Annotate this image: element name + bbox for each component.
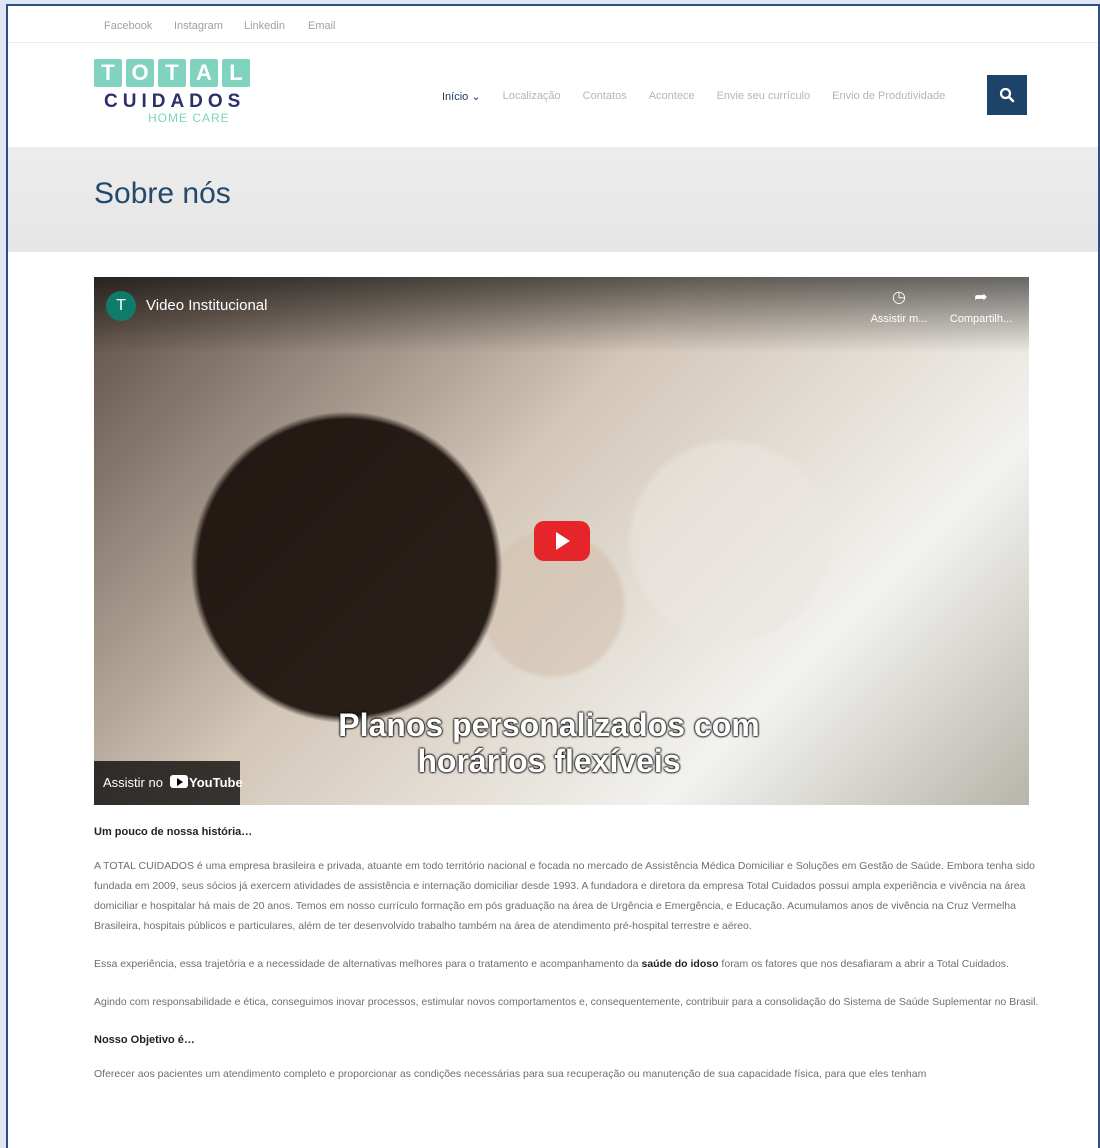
page-title: Sobre nós <box>94 177 231 210</box>
para2-text-after: foram os fatores que nos desafiaram a ab… <box>718 958 1009 970</box>
youtube-brand-label: YouTube <box>189 775 243 790</box>
social-instagram-link[interactable]: Instagram <box>174 20 223 32</box>
share-button[interactable]: ➦ Compartilh... <box>936 287 1026 331</box>
site-header: T O T A L CUIDADOS HOME CARE Início ⌄ Lo… <box>8 43 1098 147</box>
nav-item-inicio[interactable]: Início ⌄ <box>442 90 481 103</box>
social-bar: Facebook Instagram Linkedin Email <box>8 6 1098 43</box>
youtube-video-embed[interactable]: T Video Institucional ◷ Assistir m... ➦ … <box>94 277 1029 805</box>
youtube-icon <box>170 775 188 788</box>
video-caption: Planos personalizados com horários flexí… <box>314 707 784 779</box>
main-nav: Início ⌄ Localização Contatos Acontece E… <box>442 90 945 103</box>
video-title[interactable]: Video Institucional <box>146 297 267 314</box>
share-arrow-icon: ➦ <box>974 289 988 306</box>
social-linkedin-link[interactable]: Linkedin <box>244 20 285 32</box>
about-content: Um pouco de nossa história… A TOTAL CUID… <box>94 822 1039 1102</box>
history-heading: Um pouco de nossa história… <box>94 826 253 838</box>
objective-heading: Nosso Objetivo é… <box>94 1034 195 1046</box>
site-logo[interactable]: T O T A L CUIDADOS HOME CARE <box>94 59 274 133</box>
nav-item-produtividade[interactable]: Envio de Produtividade <box>832 90 945 103</box>
history-paragraph-1: A TOTAL CUIDADOS é uma empresa brasileir… <box>94 860 1036 932</box>
logo-line2: CUIDADOS <box>104 91 246 112</box>
watch-later-label: Assistir m... <box>870 313 928 325</box>
logo-letter: L <box>222 59 250 87</box>
page-frame: Facebook Instagram Linkedin Email T O T … <box>6 4 1100 1148</box>
logo-letter: T <box>94 59 122 87</box>
para2-text-before: Essa experiência, essa trajetória e a ne… <box>94 958 642 970</box>
nav-item-curriculo[interactable]: Envie seu currículo <box>717 90 811 103</box>
caption-line-2: horários flexíveis <box>417 743 681 779</box>
play-button[interactable] <box>534 521 590 561</box>
social-facebook-link[interactable]: Facebook <box>104 20 152 32</box>
nav-item-acontece[interactable]: Acontece <box>649 90 695 103</box>
logo-line3: HOME CARE <box>148 111 230 125</box>
history-paragraph-3: Agindo com responsabilidade e ética, con… <box>94 996 1039 1008</box>
logo-letter: T <box>158 59 186 87</box>
para2-bold-text: saúde do idoso <box>641 958 719 970</box>
page-hero: Sobre nós <box>8 147 1098 252</box>
watch-on-youtube-button[interactable]: Assistir no YouTube <box>94 761 243 805</box>
search-button[interactable] <box>987 75 1027 115</box>
logo-letter: A <box>190 59 218 87</box>
logo-letter: O <box>126 59 154 87</box>
watch-later-button[interactable]: ◷ Assistir m... <box>854 287 944 331</box>
history-paragraph-2: Essa experiência, essa trajetória e a ne… <box>94 954 1039 974</box>
nav-item-localizacao[interactable]: Localização <box>503 90 561 103</box>
caption-line-1: Planos personalizados com <box>338 707 760 743</box>
clock-icon: ◷ <box>892 289 906 306</box>
watch-on-label: Assistir no <box>103 775 163 790</box>
objective-paragraph: Oferecer aos pacientes um atendimento co… <box>94 1068 927 1080</box>
logo-letters: T O T A L <box>94 59 274 87</box>
channel-avatar[interactable]: T <box>106 291 136 321</box>
social-email-link[interactable]: Email <box>308 20 336 32</box>
search-icon <box>999 87 1015 103</box>
share-label: Compartilh... <box>949 313 1013 325</box>
nav-item-contatos[interactable]: Contatos <box>583 90 627 103</box>
